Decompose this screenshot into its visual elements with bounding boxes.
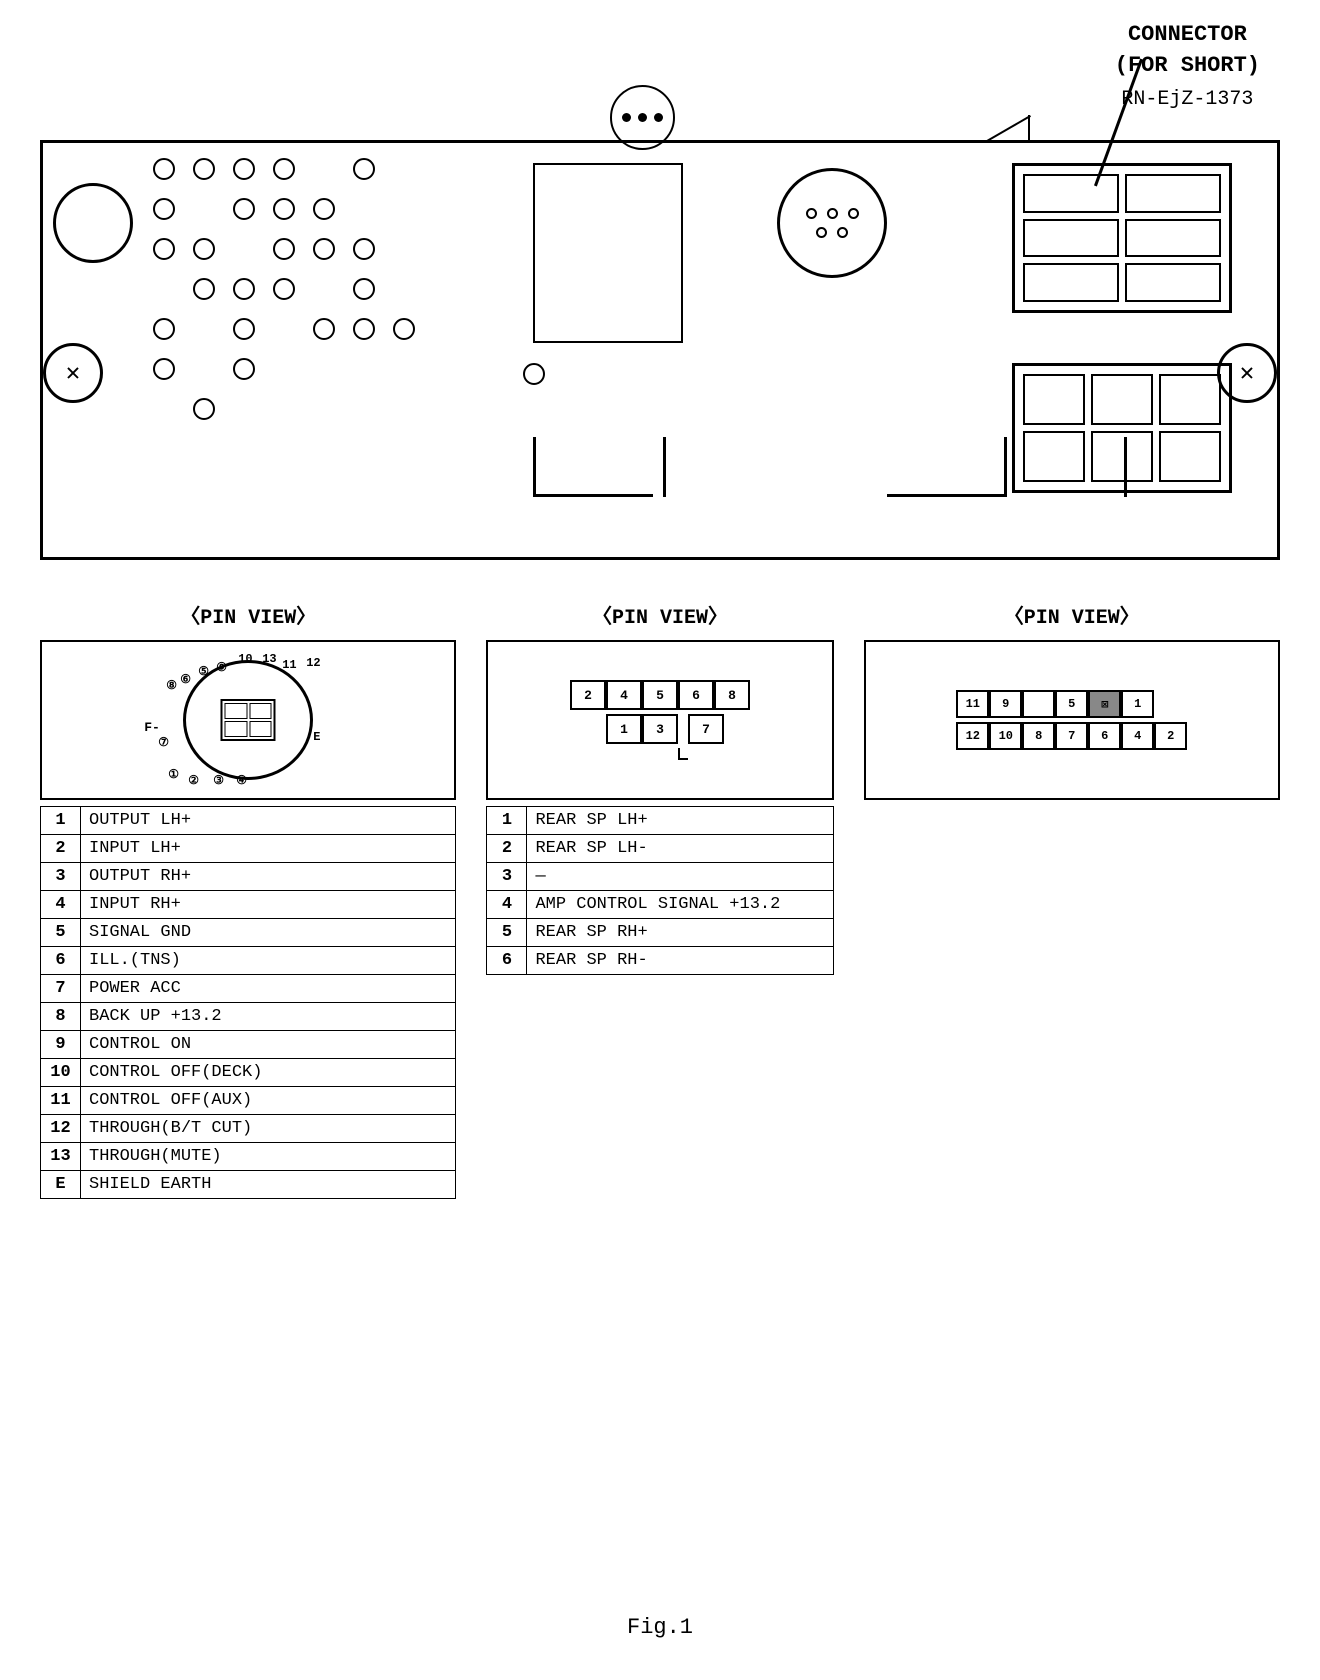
pin-number: 4 (41, 891, 81, 919)
pin-number: 2 (487, 835, 527, 863)
table-row: 5REAR SP RH+ (487, 919, 833, 947)
pin-table-2: 1REAR SP LH+2REAR SP LH-3—4AMP CONTROL S… (486, 806, 833, 975)
pin-label: CONTROL OFF(AUX) (81, 1087, 456, 1115)
wire-v1 (533, 437, 536, 497)
pin-number: 7 (41, 975, 81, 1003)
page: CONNECTOR (FOR SHORT) RN-EjZ-1373 ✕ (0, 0, 1320, 1680)
pin-label: SIGNAL GND (81, 919, 456, 947)
wire-h2 (887, 494, 1007, 497)
pin-number: 3 (41, 863, 81, 891)
pin-number: 10 (41, 1059, 81, 1087)
round-connector (777, 168, 887, 278)
table-row: 12THROUGH(B/T CUT) (41, 1115, 456, 1143)
table-row: ESHIELD EARTH (41, 1171, 456, 1199)
pin-label: CONTROL ON (81, 1031, 456, 1059)
pin-label: ILL.(TNS) (81, 947, 456, 975)
pin-label: THROUGH(B/T CUT) (81, 1115, 456, 1143)
unit-diagram: ✕ (40, 140, 1280, 560)
mid-connector-box (533, 163, 683, 343)
pin-label: CONTROL OFF(DECK) (81, 1059, 456, 1087)
table-row: 10CONTROL OFF(DECK) (41, 1059, 456, 1087)
pin-label: SHIELD EARTH (81, 1171, 456, 1199)
connector-diagram-2: 2 4 5 6 8 1 3 7 (486, 640, 833, 800)
connector-diagram-1: 10 13 11 12 ⑨ ⑤ ⑥ ⑧ ⑦ ① ② ③ ④ E F- (40, 640, 456, 800)
pin-view-label-1: 〈PIN VIEW〉 (40, 600, 456, 630)
pin-number: 1 (487, 807, 527, 835)
pin-label: REAR SP LH+ (527, 807, 833, 835)
pin-number: 3 (487, 863, 527, 891)
small-connector-circle (610, 85, 675, 150)
pin-number: 11 (41, 1087, 81, 1115)
pin-number: 4 (487, 891, 527, 919)
pin-number: E (41, 1171, 81, 1199)
pin-label: POWER ACC (81, 975, 456, 1003)
table-row: 3OUTPUT RH+ (41, 863, 456, 891)
table-row: 11CONTROL OFF(AUX) (41, 1087, 456, 1115)
table-row: 2INPUT LH+ (41, 835, 456, 863)
table-row: 2REAR SP LH- (487, 835, 833, 863)
pin-label: BACK UP +13.2 (81, 1003, 456, 1031)
pin-num-10: 10 (238, 652, 252, 666)
table-row: 4AMP CONTROL SIGNAL +13.2 (487, 891, 833, 919)
pin-column-1: 〈PIN VIEW〉 10 13 11 12 ⑨ (40, 600, 456, 1199)
pin-column-3: 〈PIN VIEW〉 11 9 5 ⊠ 1 12 10 8 (864, 600, 1280, 1199)
table-row: 8BACK UP +13.2 (41, 1003, 456, 1031)
pin-label: OUTPUT LH+ (81, 807, 456, 835)
pin-label: REAR SP RH- (527, 947, 833, 975)
pin-label: AMP CONTROL SIGNAL +13.2 (527, 891, 833, 919)
cross-right-symbol: ✕ (1217, 343, 1277, 403)
cross-left-symbol: ✕ (43, 343, 103, 403)
pin-label: THROUGH(MUTE) (81, 1143, 456, 1171)
pin-label: — (527, 863, 833, 891)
pin-section: 〈PIN VIEW〉 10 13 11 12 ⑨ (40, 600, 1280, 1199)
table-row: 1OUTPUT LH+ (41, 807, 456, 835)
pin-label: REAR SP RH+ (527, 919, 833, 947)
pin-number: 5 (41, 919, 81, 947)
table-row: 6ILL.(TNS) (41, 947, 456, 975)
table-row: 5SIGNAL GND (41, 919, 456, 947)
table-row: 9CONTROL ON (41, 1031, 456, 1059)
pin-label: REAR SP LH- (527, 835, 833, 863)
pin-label: INPUT RH+ (81, 891, 456, 919)
wire-v3 (1004, 437, 1007, 497)
pin-table-1: 1OUTPUT LH+2INPUT LH+3OUTPUT RH+4INPUT R… (40, 806, 456, 1199)
pin-label: INPUT LH+ (81, 835, 456, 863)
table-row: 3— (487, 863, 833, 891)
pin-number: 2 (41, 835, 81, 863)
pin-number: 5 (487, 919, 527, 947)
pin-number: 8 (41, 1003, 81, 1031)
table-row: 13THROUGH(MUTE) (41, 1143, 456, 1171)
pin-number: 12 (41, 1115, 81, 1143)
table-row: 6REAR SP RH- (487, 947, 833, 975)
wire-v4 (1124, 437, 1127, 497)
pin-view-label-2: 〈PIN VIEW〉 (486, 600, 833, 630)
wire-h1 (533, 494, 653, 497)
dot-grid (153, 158, 415, 420)
pin-number: 6 (487, 947, 527, 975)
pin-number: 6 (41, 947, 81, 975)
table-row: 7POWER ACC (41, 975, 456, 1003)
pin-number: 1 (41, 807, 81, 835)
pin-number: 13 (41, 1143, 81, 1171)
pin-number: 9 (41, 1031, 81, 1059)
rect-connector-bottom (1012, 363, 1232, 493)
fig-label: Fig.1 (627, 1615, 693, 1640)
big-circle-left (53, 183, 133, 263)
rect-connector-top (1012, 163, 1232, 313)
single-dot (523, 363, 545, 385)
table-row: 4INPUT RH+ (41, 891, 456, 919)
pin-view-label-3: 〈PIN VIEW〉 (864, 600, 1280, 630)
wire-v2 (663, 437, 666, 497)
table-row: 1REAR SP LH+ (487, 807, 833, 835)
connector-diagram-3: 11 9 5 ⊠ 1 12 10 8 7 6 4 2 (864, 640, 1280, 800)
pin-column-2: 〈PIN VIEW〉 2 4 5 6 8 1 3 7 (486, 600, 833, 1199)
pin-label: OUTPUT RH+ (81, 863, 456, 891)
